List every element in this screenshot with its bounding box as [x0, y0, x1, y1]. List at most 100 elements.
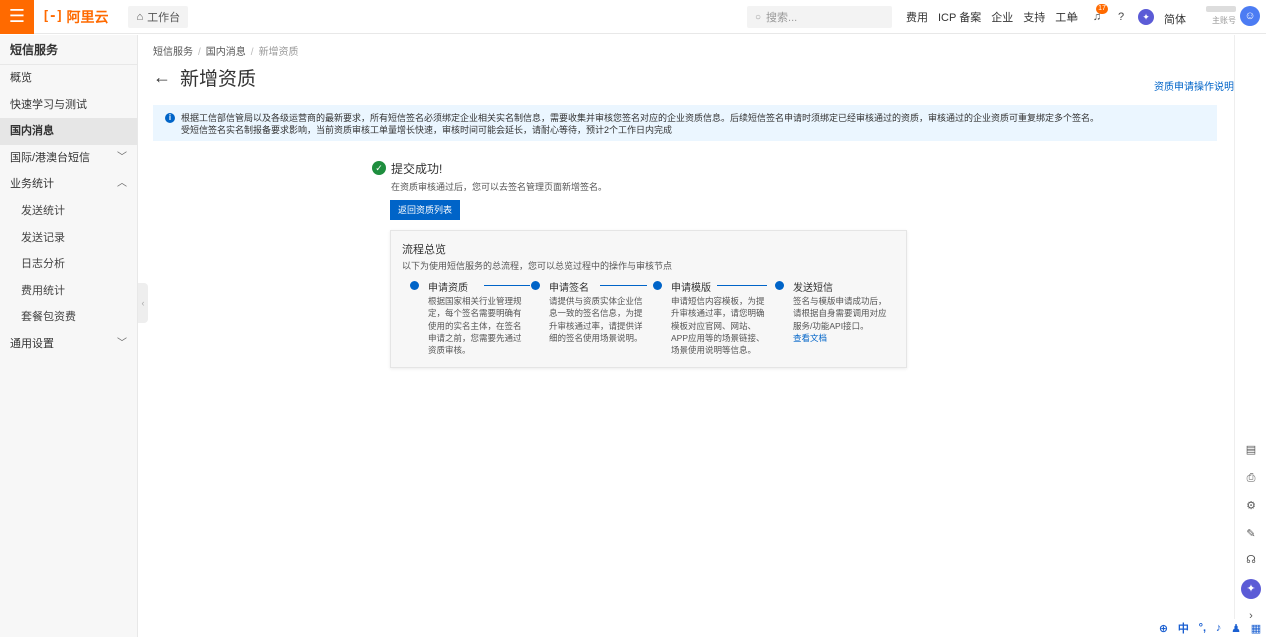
step-dot — [531, 281, 540, 290]
search-icon: ○ — [755, 11, 762, 23]
step-name: 发送短信 — [793, 283, 833, 294]
user-icon[interactable]: ♟ — [1231, 622, 1241, 635]
top-nav-links: 费用 ICP 备案 企业 支持 工单 — [906, 0, 1087, 34]
sidebar-item-label: 业务统计 — [10, 178, 54, 191]
sidebar-item-label: 费用统计 — [21, 284, 65, 297]
sidebar-item-label: 概览 — [10, 72, 32, 84]
sidebar: 短信服务 概览 快速学习与测试 国内消息 国际/港澳台短信 ﹀ 业务统计 ︿ 发送统… — [0, 35, 138, 637]
breadcrumb-domestic[interactable]: 国内消息 — [206, 47, 246, 58]
right-tool-rail: ▤ ⎙ ⚙ ✎ ☊ ✦ › — [1234, 35, 1266, 637]
headset-icon[interactable]: ☊ — [1244, 553, 1258, 567]
step-connector — [717, 285, 767, 286]
info-notice: i 根据工信部信管局以及各级运营商的最新要求，所有短信签名必须绑定企业相关实名制… — [153, 105, 1217, 141]
step-text-body: 签名与模版申请成功后，请根据自身需要调用对应服务/功能API接口。 — [793, 296, 887, 331]
step-dot — [775, 281, 784, 290]
step-text: 签名与模版申请成功后，请根据自身需要调用对应服务/功能API接口。 查看文档 — [793, 295, 891, 344]
search-placeholder: 搜索... — [766, 12, 798, 24]
sidebar-item-label: 通用设置 — [10, 337, 54, 350]
check-circle-icon: ✓ — [372, 161, 386, 175]
menu-icon[interactable]: ☰ — [0, 0, 34, 34]
step-dot — [410, 281, 419, 290]
sidebar-item-cost-stats[interactable]: 费用统计 — [0, 278, 137, 305]
print-icon[interactable]: ⎙ — [1244, 471, 1258, 485]
help-icon[interactable]: ? — [1113, 9, 1129, 25]
success-title: 提交成功! — [391, 162, 443, 176]
breadcrumb-current: 新增资质 — [258, 47, 299, 58]
sidebar-item-label: 国内消息 — [10, 125, 54, 138]
account-info[interactable]: 主账号 — [1196, 6, 1236, 26]
chevron-down-icon: ﹀ — [117, 151, 127, 163]
sidebar-item-package-pricing[interactable]: 套餐包资费 — [0, 304, 137, 331]
home-icon: ⌂ — [136, 10, 144, 23]
notification-badge: 17 — [1096, 4, 1108, 14]
flow-overview-card: 流程总览 以下为使用短信服务的总流程，您可以总览过程中的操作与审核节点 申请资质… — [390, 230, 907, 368]
language-switch[interactable]: 简体 — [1164, 11, 1186, 27]
notice-line-1: 根据工信部信管局以及各级运营商的最新要求，所有短信签名必须绑定企业相关实名制信息… — [181, 113, 1100, 123]
flow-title: 流程总览 — [402, 244, 446, 256]
flow-desc: 以下为使用短信服务的总流程，您可以总览过程中的操作与审核节点 — [402, 261, 673, 271]
sidebar-title: 短信服务 — [0, 35, 137, 65]
sidebar-item-statistics[interactable]: 业务统计 ︿ — [0, 171, 137, 198]
step-name: 申请资质 — [428, 283, 468, 294]
nav-link-enterprise[interactable]: 企业 — [991, 9, 1013, 25]
sidebar-item-label: 发送记录 — [21, 231, 65, 244]
info-icon: i — [165, 113, 175, 123]
aliyun-logo[interactable]: [-] 阿里云 — [42, 7, 108, 27]
chevron-down-icon: ﹀ — [117, 337, 127, 349]
chevron-up-icon: ︿ — [117, 178, 127, 190]
sidebar-item-general-settings[interactable]: 通用设置 ﹀ — [0, 331, 137, 358]
help-doc-link[interactable]: 资质申请操作说明 — [1154, 78, 1234, 93]
nav-link-icp[interactable]: ICP 备案 — [938, 9, 981, 25]
gear-icon[interactable]: ⚙ — [1244, 499, 1258, 513]
step-connector — [600, 285, 647, 286]
step-name: 申请签名 — [549, 283, 589, 294]
breadcrumb: 短信服务 / 国内消息 / 新增资质 — [153, 47, 299, 58]
sidebar-item-label: 国际/港澳台短信 — [10, 151, 91, 164]
sidebar-item-send-stats[interactable]: 发送统计 — [0, 198, 137, 225]
sidebar-item-quickstart[interactable]: 快速学习与测试 — [0, 92, 137, 119]
step-connector — [484, 285, 530, 286]
notice-line-2: 受短信签名实名制报备要求影响，当前资质审核工单量增长快速，审核时间可能会延长，请… — [181, 125, 673, 135]
sidebar-item-international[interactable]: 国际/港澳台短信 ﹀ — [0, 145, 137, 172]
grid-icon[interactable]: ▦ — [1251, 622, 1261, 635]
step-text: 请提供与资质实体企业信息一致的签名信息，为提升审核通过率，请提供详细的签名使用场… — [549, 296, 643, 343]
success-desc: 在资质审核通过后，您可以去签名管理页面新增签名。 — [391, 182, 608, 192]
workbench-button[interactable]: ⌂ 工作台 — [128, 5, 189, 28]
search-input[interactable]: ○ 搜索... — [747, 6, 892, 28]
back-to-list-button[interactable]: 返回资质列表 — [390, 200, 460, 220]
nav-link-billing[interactable]: 费用 — [906, 9, 928, 25]
account-label: 主账号 — [1212, 16, 1236, 25]
sidebar-item-label: 日志分析 — [21, 258, 65, 271]
sidebar-item-label: 发送统计 — [21, 204, 65, 217]
view-docs-link[interactable]: 查看文档 — [793, 332, 891, 344]
nav-link-support[interactable]: 支持 — [1023, 9, 1045, 25]
step-text: 申请短信内容模板，为提升审核通过率，请您明确模板对应官网、网站、APP应用等的场… — [671, 296, 765, 356]
step-text: 根据国家相关行业管理规定，每个签名需要明确有使用的实名主体，在签名申请之前，您需… — [428, 296, 522, 356]
sidebar-collapse-handle[interactable]: ‹ — [138, 283, 148, 323]
sidebar-item-overview[interactable]: 概览 — [0, 65, 137, 92]
sidebar-item-label: 套餐包资费 — [21, 311, 76, 324]
punctuation-icon[interactable]: °, — [1199, 622, 1206, 634]
step-name: 申请模版 — [671, 283, 711, 294]
page-header: ← 新增资质 — [153, 64, 256, 91]
workbench-label: 工作台 — [147, 11, 181, 24]
brand-mark: [-] — [42, 9, 64, 24]
back-arrow-icon[interactable]: ← — [153, 67, 171, 88]
document-icon[interactable]: ▤ — [1244, 443, 1258, 457]
ime-logo-icon[interactable]: ⊕ — [1159, 622, 1168, 635]
account-name-blurred — [1206, 6, 1236, 12]
sidebar-item-domestic[interactable]: 国内消息 — [0, 118, 137, 145]
terminal-icon[interactable]: ▭ — [1065, 9, 1081, 25]
sidebar-item-send-records[interactable]: 发送记录 — [0, 225, 137, 252]
step-dot — [653, 281, 662, 290]
ime-mode[interactable]: 中 — [1178, 620, 1189, 636]
microphone-icon[interactable]: ♪ — [1216, 622, 1222, 634]
edit-icon[interactable]: ✎ — [1244, 527, 1258, 541]
avatar[interactable]: ☺ — [1240, 6, 1260, 26]
breadcrumb-sms[interactable]: 短信服务 — [153, 47, 193, 58]
brand-name: 阿里云 — [66, 8, 109, 25]
sidebar-item-log-analysis[interactable]: 日志分析 — [0, 251, 137, 278]
ime-toolbar: ⊕ 中 °, ♪ ♟ ▦ — [1154, 619, 1266, 637]
ai-assistant-icon[interactable]: ✦ — [1241, 579, 1261, 599]
ai-assistant-icon[interactable]: ✦ — [1138, 9, 1154, 25]
